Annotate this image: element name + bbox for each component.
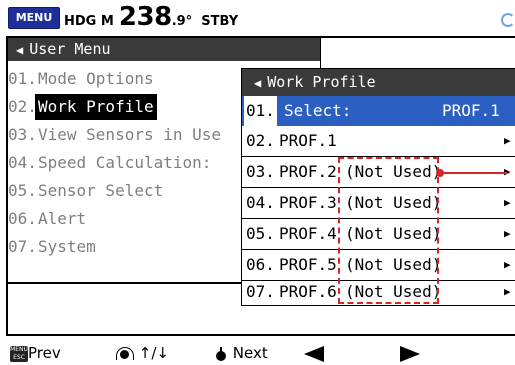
callout-dot xyxy=(436,169,444,177)
arrow-left-icon xyxy=(300,345,328,362)
mode-indicator: STBY xyxy=(201,14,239,29)
item-label: Work Profile xyxy=(35,94,157,120)
heading-readout: HDG M 238.9° STBY xyxy=(64,2,238,34)
item-number: 06. xyxy=(8,209,37,228)
profile-name: PROF.3 xyxy=(279,193,337,212)
heading-label: HDG M xyxy=(64,14,114,29)
profile-name: PROF.4 xyxy=(279,224,337,243)
scroll-label: ↑/↓ xyxy=(138,344,169,362)
profile-name: PROF.5 xyxy=(279,255,337,274)
heading-decimal: .9° xyxy=(171,14,193,29)
profile-name: PROF.1 xyxy=(279,131,337,150)
selected-profile-value: PROF.1 xyxy=(442,101,500,120)
user-menu-item-alert[interactable]: 06.Alert xyxy=(8,206,86,232)
menu-esc-key-top: MENU xyxy=(10,345,28,353)
back-arrow-icon: ◀ xyxy=(254,76,262,90)
menu-esc-key-icon: MENU ESC xyxy=(10,345,28,362)
divider xyxy=(8,283,241,284)
user-menu-title: User Menu xyxy=(29,40,111,58)
item-label: Speed Calculation: xyxy=(38,153,212,172)
item-label: Mode Options xyxy=(38,69,154,88)
item-number: 03. xyxy=(246,162,275,181)
back-arrow-icon: ◀ xyxy=(16,43,24,57)
user-menu-item-view-sensors[interactable]: 03.View Sensors in Use xyxy=(8,122,221,148)
work-profile-header[interactable]: ◀ Work Profile xyxy=(242,69,515,96)
select-label: Select: xyxy=(284,101,352,120)
status-bar: MENU HDG M 238.9° STBY xyxy=(0,0,515,36)
profile-name: PROF.2 xyxy=(279,162,337,181)
item-number: 06. xyxy=(246,255,275,274)
item-number: 01. xyxy=(244,96,277,126)
rotary-knob-icon xyxy=(116,346,134,361)
work-profile-item-prof1[interactable]: 02. PROF.1 ▶ xyxy=(242,126,515,156)
work-profile-title: Work Profile xyxy=(267,73,376,91)
callout-highlight-box xyxy=(338,157,439,304)
item-number: 04. xyxy=(246,193,275,212)
menu-button[interactable]: MENU xyxy=(8,7,60,29)
item-label: Sensor Select xyxy=(38,181,164,200)
work-profile-select-row[interactable]: 01. Select: PROF.1 xyxy=(242,96,515,126)
user-menu-item-system[interactable]: 07.System xyxy=(8,234,96,260)
chevron-right-icon: ▶ xyxy=(504,134,511,147)
profile-name: PROF.6 xyxy=(279,282,337,301)
prev-softkey[interactable]: MENU ESC Prev xyxy=(10,343,61,363)
chevron-right-icon: ▶ xyxy=(504,258,511,271)
softkey-guide-bar: MENU ESC Prev ↑/↓ Next xyxy=(0,339,515,365)
loading-icon xyxy=(501,13,515,27)
right-softkey[interactable] xyxy=(396,343,424,363)
next-label: Next xyxy=(232,344,268,362)
chevron-right-icon: ▶ xyxy=(504,285,511,298)
item-number: 05. xyxy=(246,224,275,243)
chevron-right-icon: ▶ xyxy=(504,196,511,209)
user-menu-header[interactable]: ◀ User Menu xyxy=(8,38,320,61)
item-number: 02. xyxy=(8,97,37,116)
item-label: Alert xyxy=(38,209,87,228)
user-menu-item-work-profile[interactable]: 02.Work Profile xyxy=(8,94,157,120)
item-number: 07. xyxy=(246,282,275,301)
item-number: 05. xyxy=(8,181,37,200)
left-softkey[interactable] xyxy=(300,343,328,363)
item-label: View Sensors in Use xyxy=(38,125,222,144)
user-menu-item-speed-calculation[interactable]: 04.Speed Calculation: xyxy=(8,150,211,176)
arrow-right-icon xyxy=(396,345,424,362)
user-menu-item-mode-options[interactable]: 01.Mode Options xyxy=(8,66,154,92)
prev-label: Prev xyxy=(28,344,61,362)
heading-value: 238 xyxy=(118,2,172,32)
item-number: 04. xyxy=(8,153,37,172)
item-number: 02. xyxy=(246,131,275,150)
next-softkey[interactable]: Next xyxy=(214,343,268,363)
menu-esc-key-bottom: ESC xyxy=(13,353,25,361)
item-number: 07. xyxy=(8,237,37,256)
item-number: 01. xyxy=(8,69,37,88)
callout-leader-line xyxy=(441,172,507,174)
item-number: 03. xyxy=(8,125,37,144)
scroll-softkey[interactable]: ↑/↓ xyxy=(116,343,169,363)
knob-push-icon xyxy=(214,346,228,361)
chevron-right-icon: ▶ xyxy=(504,227,511,240)
item-label: System xyxy=(38,237,96,256)
user-menu-item-sensor-select[interactable]: 05.Sensor Select xyxy=(8,178,163,204)
